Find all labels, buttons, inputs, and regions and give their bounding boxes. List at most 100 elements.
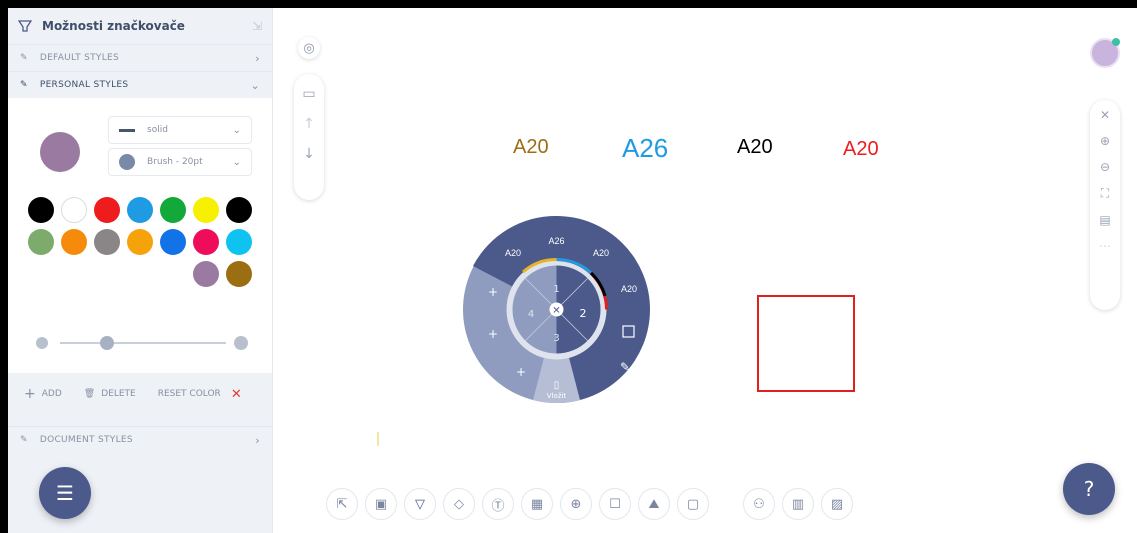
chevron-down-icon: ⌄ — [250, 78, 260, 92]
text-tool[interactable]: Ⓣ — [482, 488, 514, 520]
small-dot-icon — [36, 337, 48, 349]
rectangle-shape[interactable] — [757, 295, 855, 392]
avatar[interactable] — [1090, 38, 1120, 68]
canvas-text-2[interactable]: A26 — [622, 133, 668, 164]
selected-color-swatch[interactable] — [40, 132, 80, 172]
library-tool[interactable]: ▥ — [782, 488, 814, 520]
close-icon: ✕ — [552, 306, 560, 317]
help-button[interactable]: ? — [1063, 463, 1115, 515]
plus-icon: + — [24, 386, 36, 402]
gallery-icon: ▨ — [830, 496, 844, 512]
square-icon: ☐ — [609, 496, 621, 512]
personal-styles-body: solid ⌄ Brush - 20pt ⌄ — [8, 98, 272, 408]
line-style-dropdown[interactable]: solid ⌄ — [108, 116, 252, 144]
image-tool[interactable]: ⛰ — [638, 488, 670, 520]
color-swatch[interactable] — [127, 197, 153, 223]
close-icon[interactable]: ✕ — [1100, 108, 1110, 122]
text-cursor — [377, 432, 379, 446]
page-navigation-strip: ▭ ↑ ↓ — [294, 74, 324, 200]
color-swatch[interactable] — [226, 261, 252, 287]
select-tool[interactable]: ⇱ — [326, 488, 358, 520]
color-swatch[interactable] — [28, 197, 54, 223]
delete-button[interactable]: DELETE — [101, 389, 136, 399]
color-swatch[interactable] — [127, 229, 153, 255]
radial-label-3: A20 — [593, 248, 609, 258]
plus-icon: + — [516, 365, 526, 379]
menu-icon: ☰ — [56, 481, 74, 505]
marker-options-panel: Možnosti značkovače ⇲ ✎ DEFAULT STYLES ›… — [8, 8, 273, 533]
color-swatch[interactable] — [61, 197, 87, 223]
canvas-text-4[interactable]: A20 — [843, 138, 879, 161]
shape-tool[interactable]: ☐ — [599, 488, 631, 520]
reset-color-button[interactable]: RESET COLOR — [158, 389, 221, 399]
zoom-out-icon[interactable]: ⊖ — [1100, 160, 1110, 174]
main-menu-button[interactable]: ☰ — [39, 467, 91, 519]
section-document-styles[interactable]: ✎ DOCUMENT STYLES › — [8, 426, 272, 453]
video-icon: ▣ — [374, 496, 388, 512]
canvas-text-1[interactable]: A20 — [513, 136, 549, 159]
radial-inner-1: 1 — [553, 284, 559, 295]
chevron-down-icon: ⌄ — [232, 156, 241, 168]
brush-icon: ✎ — [20, 435, 28, 445]
users-icon: ⚇ — [753, 496, 765, 512]
slider-knob[interactable] — [100, 336, 114, 350]
color-swatch[interactable] — [226, 197, 252, 223]
radial-inner-4: 4 — [528, 309, 534, 320]
color-swatch[interactable] — [28, 229, 54, 255]
trash-icon: 🗑 — [83, 389, 96, 399]
more-icon[interactable]: ⋯ — [1099, 239, 1111, 253]
arrow-up-icon[interactable]: ↑ — [303, 116, 315, 132]
slider-track — [60, 342, 226, 344]
color-swatch[interactable] — [193, 261, 219, 287]
color-swatch[interactable] — [94, 229, 120, 255]
collapse-icon[interactable]: ⇲ — [252, 19, 262, 33]
radial-bottom-label: Vložit — [547, 392, 567, 400]
cursor-icon: ⇱ — [336, 496, 348, 512]
media-tool[interactable]: ▣ — [365, 488, 397, 520]
settings-button[interactable]: ◎ — [298, 37, 320, 59]
radial-menu[interactable]: ✕ 1 2 3 4 A20 A26 A20 A20 ✎ + + + ▯ Vlož… — [463, 216, 650, 403]
radial-label-1: A20 — [505, 248, 521, 258]
brush-dot-icon — [119, 154, 135, 170]
add-button[interactable]: ADD — [42, 389, 62, 399]
table-tool[interactable]: ▦ — [521, 488, 553, 520]
panel-title: Možnosti značkovače — [42, 19, 185, 33]
chevron-right-icon: › — [255, 433, 260, 447]
color-swatch[interactable] — [193, 197, 219, 223]
users-tool[interactable]: ⚇ — [743, 488, 775, 520]
color-swatch[interactable] — [193, 229, 219, 255]
canvas-text-3[interactable]: A20 — [737, 136, 773, 159]
radial-label-4: A20 — [621, 284, 637, 294]
brush-size-dropdown[interactable]: Brush - 20pt ⌄ — [108, 148, 252, 176]
arrow-down-icon[interactable]: ↓ — [303, 146, 315, 162]
plus-icon: + — [488, 285, 498, 299]
presentation-icon[interactable]: ▤ — [1099, 213, 1110, 227]
section-personal-styles[interactable]: ✎ PERSONAL STYLES ⌄ — [8, 71, 272, 98]
size-slider[interactable] — [36, 333, 248, 353]
books-icon: ▥ — [791, 496, 805, 512]
eraser-tool[interactable]: ◇ — [443, 488, 475, 520]
section-default-styles[interactable]: ✎ DEFAULT STYLES › — [8, 44, 272, 71]
note-icon: ▢ — [686, 496, 700, 512]
note-tool[interactable]: ▢ — [677, 488, 709, 520]
plus-icon: + — [488, 327, 498, 341]
marker-tool[interactable]: ▽ — [404, 488, 436, 520]
page-icon[interactable]: ▭ — [302, 86, 315, 102]
panel-header: Možnosti značkovače ⇲ — [8, 8, 272, 44]
zoom-strip: ✕ ⊕ ⊖ ⛶ ▤ ⋯ — [1090, 100, 1120, 310]
color-swatch[interactable] — [94, 197, 120, 223]
color-swatch[interactable] — [160, 229, 186, 255]
color-swatch[interactable] — [61, 229, 87, 255]
web-tool[interactable]: ⊕ — [560, 488, 592, 520]
chevron-right-icon: › — [255, 51, 260, 65]
color-swatch[interactable] — [226, 229, 252, 255]
gallery-tool[interactable]: ▨ — [821, 488, 853, 520]
text-icon: Ⓣ — [491, 498, 505, 514]
color-swatch[interactable] — [160, 197, 186, 223]
zoom-in-icon[interactable]: ⊕ — [1100, 134, 1110, 148]
table-icon: ▦ — [530, 496, 544, 512]
brush-icon: ✎ — [20, 80, 28, 90]
fit-screen-icon[interactable]: ⛶ — [1101, 186, 1109, 201]
close-icon[interactable]: ✕ — [231, 387, 242, 402]
radial-label-2: A26 — [548, 236, 564, 246]
